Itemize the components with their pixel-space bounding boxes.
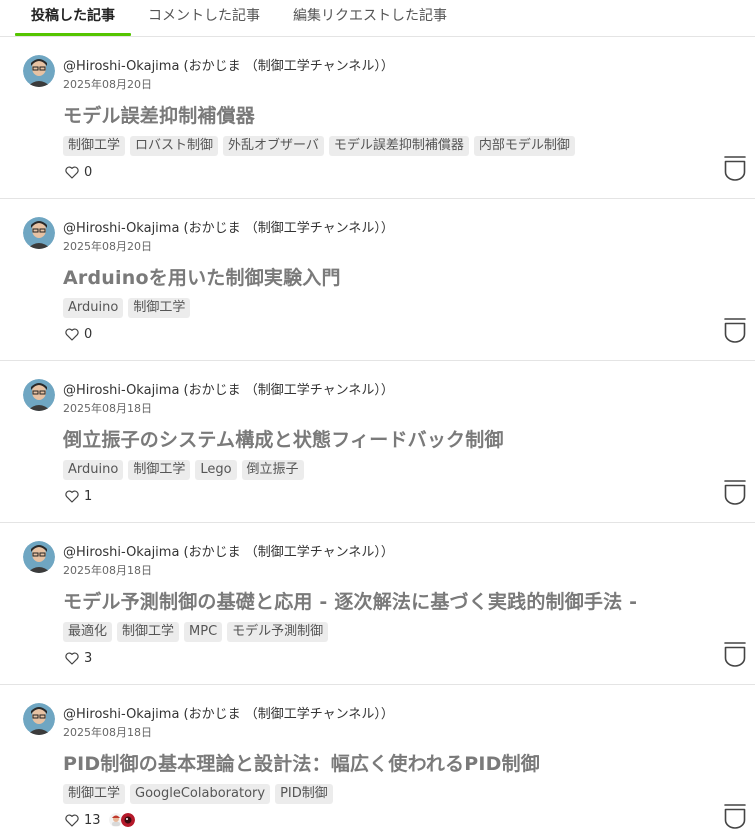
likes: 3 xyxy=(65,649,92,667)
tag[interactable]: 内部モデル制御 xyxy=(473,136,575,156)
active-tab-indicator xyxy=(15,33,131,36)
tag[interactable]: モデル予測制御 xyxy=(227,622,329,642)
likes: 1 xyxy=(65,487,92,505)
likes: 0 xyxy=(65,325,92,343)
like-count: 0 xyxy=(84,326,93,342)
like-count: 0 xyxy=(84,164,93,180)
tag-list: Arduino 制御工学 Lego 倒立振子 xyxy=(63,460,304,480)
author-name[interactable]: @Hiroshi-Okajima (おかじま （制御工学チャンネル）） xyxy=(63,217,394,236)
tag[interactable]: Arduino xyxy=(63,460,124,480)
article-title[interactable]: PID制御の基本理論と設計法：幅広く使われるPID制御 xyxy=(63,749,540,776)
tag[interactable]: 制御工学 xyxy=(128,460,191,480)
author-name[interactable]: @Hiroshi-Okajima (おかじま （制御工学チャンネル）） xyxy=(63,379,394,398)
author-name[interactable]: @Hiroshi-Okajima (おかじま （制御工学チャンネル）） xyxy=(63,703,394,722)
tag-list: Arduino 制御工学 xyxy=(63,298,191,318)
likes: 0 xyxy=(65,163,92,181)
tag[interactable]: 制御工学 xyxy=(117,622,180,642)
article-title[interactable]: モデル予測制御の基礎と応用 - 逐次解法に基づく実践的制御手法 - xyxy=(63,587,637,614)
post-date: 2025年08月18日 xyxy=(63,726,152,739)
likes: 13 xyxy=(65,811,135,829)
author-avatar[interactable] xyxy=(23,379,55,411)
liker-avatar[interactable] xyxy=(120,813,135,827)
tab-edit-request-articles[interactable]: 編集リクエストした記事 xyxy=(290,0,450,37)
heart-icon[interactable] xyxy=(65,165,79,179)
stock-icon[interactable] xyxy=(723,803,747,829)
article-item: @Hiroshi-Okajima (おかじま （制御工学チャンネル）） 2025… xyxy=(0,361,755,523)
article-title[interactable]: Arduinoを用いた制御実験入門 xyxy=(63,263,341,290)
author-name[interactable]: @Hiroshi-Okajima (おかじま （制御工学チャンネル）） xyxy=(63,55,394,74)
tag[interactable]: 制御工学 xyxy=(63,784,126,804)
article-item: @Hiroshi-Okajima (おかじま （制御工学チャンネル）） 2025… xyxy=(0,685,755,838)
like-count: 3 xyxy=(84,650,93,666)
tag-list: 制御工学 ロバスト制御 外乱オブザーバ モデル誤差抑制補償器 内部モデル制御 xyxy=(63,136,575,156)
author-avatar[interactable] xyxy=(23,541,55,573)
like-count: 1 xyxy=(84,488,93,504)
post-date: 2025年08月18日 xyxy=(63,402,152,415)
heart-icon[interactable] xyxy=(65,327,79,341)
post-date: 2025年08月20日 xyxy=(63,240,152,253)
tag[interactable]: 倒立振子 xyxy=(241,460,304,480)
tab-commented-articles[interactable]: コメントした記事 xyxy=(146,0,262,37)
tag[interactable]: GoogleColaboratory xyxy=(130,784,271,804)
tag[interactable]: ロバスト制御 xyxy=(130,136,219,156)
tab-bar: 投稿した記事 コメントした記事 編集リクエストした記事 xyxy=(0,0,755,37)
author-avatar[interactable] xyxy=(23,703,55,735)
tag[interactable]: 制御工学 xyxy=(63,136,126,156)
tag[interactable]: PID制御 xyxy=(275,784,333,804)
tag-list: 制御工学 GoogleColaboratory PID制御 xyxy=(63,784,333,804)
article-item: @Hiroshi-Okajima (おかじま （制御工学チャンネル）） 2025… xyxy=(0,199,755,361)
tag[interactable]: 最適化 xyxy=(63,622,113,642)
like-count: 13 xyxy=(84,812,101,828)
author-avatar[interactable] xyxy=(23,55,55,87)
liker-avatars xyxy=(108,813,135,827)
tag[interactable]: モデル誤差抑制補償器 xyxy=(328,136,469,156)
tag[interactable]: 制御工学 xyxy=(128,298,191,318)
tag[interactable]: 外乱オブザーバ xyxy=(223,136,324,156)
post-date: 2025年08月20日 xyxy=(63,78,152,91)
heart-icon[interactable] xyxy=(65,489,79,503)
stock-icon[interactable] xyxy=(723,479,747,505)
stock-icon[interactable] xyxy=(723,155,747,181)
stock-icon[interactable] xyxy=(723,317,747,343)
tab-posted-articles[interactable]: 投稿した記事 xyxy=(15,0,131,37)
author-avatar[interactable] xyxy=(23,217,55,249)
article-item: @Hiroshi-Okajima (おかじま （制御工学チャンネル）） 2025… xyxy=(0,523,755,685)
article-item: @Hiroshi-Okajima (おかじま （制御工学チャンネル）） 2025… xyxy=(0,37,755,199)
tag-list: 最適化 制御工学 MPC モデル予測制御 xyxy=(63,622,329,642)
article-title[interactable]: モデル誤差抑制補償器 xyxy=(63,101,255,128)
tag[interactable]: Lego xyxy=(195,460,237,480)
tag[interactable]: Arduino xyxy=(63,298,124,318)
stock-icon[interactable] xyxy=(723,641,747,667)
post-date: 2025年08月18日 xyxy=(63,564,152,577)
heart-icon[interactable] xyxy=(65,651,79,665)
tag[interactable]: MPC xyxy=(184,622,223,642)
heart-icon[interactable] xyxy=(65,813,79,827)
article-title[interactable]: 倒立振子のシステム構成と状態フィードバック制御 xyxy=(63,425,504,452)
author-name[interactable]: @Hiroshi-Okajima (おかじま （制御工学チャンネル）） xyxy=(63,541,394,560)
